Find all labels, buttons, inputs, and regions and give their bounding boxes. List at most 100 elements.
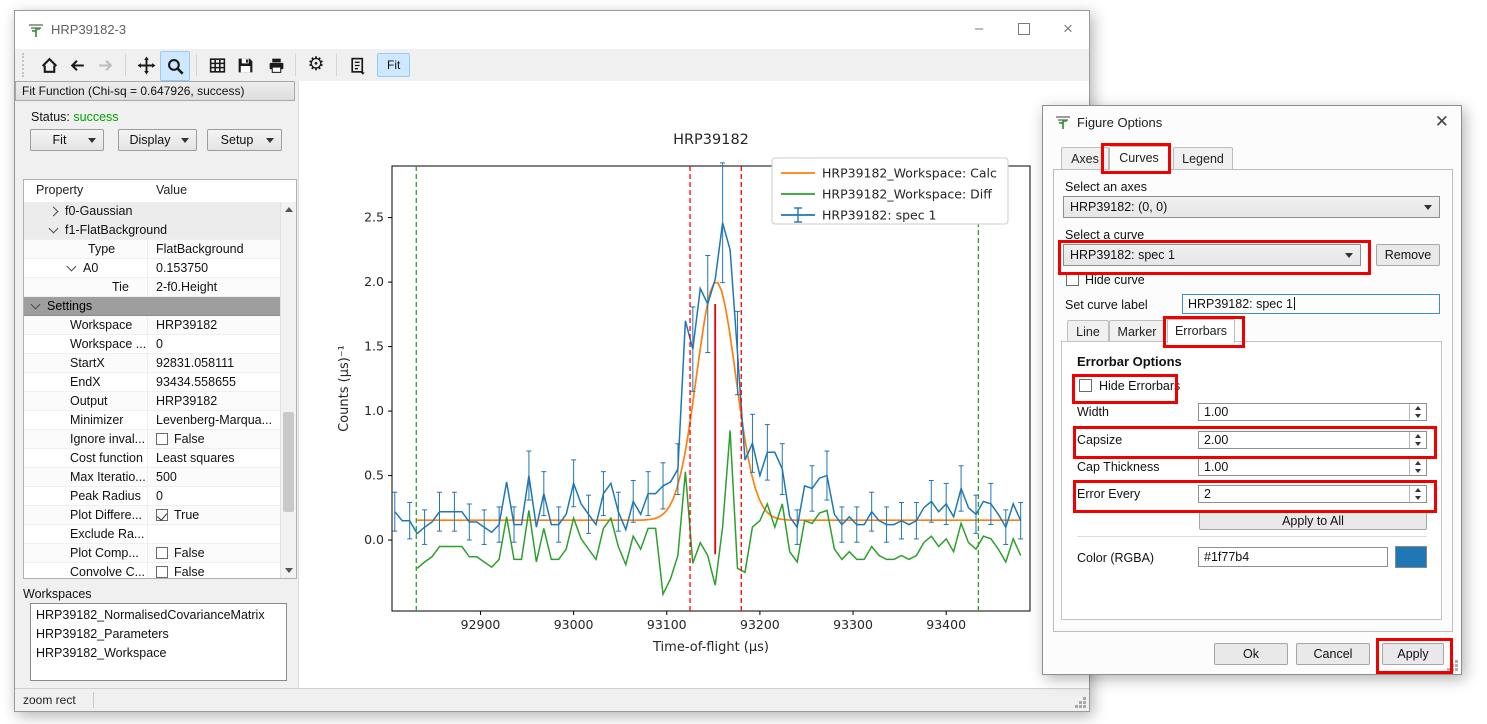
setup-menu-button[interactable]: Setup [207, 129, 282, 151]
apply-to-all-button[interactable]: Apply to All [1199, 510, 1427, 530]
maximize-button[interactable] [1007, 15, 1041, 43]
property-row[interactable]: StartX92831.058111 [24, 354, 281, 373]
subtab-marker[interactable]: Marker [1109, 320, 1165, 343]
resize-grip-icon[interactable] [1445, 658, 1459, 672]
minimize-button[interactable]: – [962, 15, 996, 43]
toolbar-separator [336, 54, 337, 76]
scroll-up-button[interactable] [281, 202, 296, 217]
subplots-button[interactable] [203, 51, 231, 79]
remove-curve-button[interactable]: Remove [1376, 244, 1440, 266]
arrow-left-icon [68, 56, 87, 75]
expander-down-icon[interactable] [31, 300, 41, 310]
value-checkbox[interactable] [156, 566, 168, 578]
property-row[interactable]: Exclude Ra... [24, 525, 281, 544]
width-label: Width [1077, 405, 1109, 419]
property-row[interactable]: Convolve C...False [24, 563, 281, 579]
property-row[interactable]: f0-Gaussian [24, 202, 281, 221]
curve-label-input[interactable]: HRP39182: spec 1 [1182, 294, 1440, 314]
ok-button[interactable]: Ok [1214, 643, 1288, 665]
cap-thickness-label: Cap Thickness [1077, 460, 1159, 474]
error-every-spinbox[interactable]: 2 [1198, 485, 1427, 503]
back-button[interactable] [63, 51, 91, 79]
hide-curve-label: Hide curve [1085, 273, 1145, 287]
resize-grip-icon[interactable] [1073, 695, 1087, 709]
property-row[interactable]: Plot Differe...True [24, 506, 281, 525]
property-row[interactable]: Cost functionLeast squares [24, 449, 281, 468]
svg-text:93300: 93300 [833, 617, 873, 632]
apply-button[interactable]: Apply [1382, 643, 1444, 665]
value-checkbox[interactable] [156, 509, 168, 521]
svg-text:HRP39182_Workspace: Calc: HRP39182_Workspace: Calc [822, 166, 997, 181]
plot-svg[interactable]: HRP39182Time-of-flight (μs)Counts (μs)⁻¹… [302, 86, 1090, 686]
expander-down-icon[interactable] [49, 224, 59, 234]
chevron-down-icon [181, 138, 189, 143]
close-button[interactable]: × [1051, 15, 1085, 43]
subtab-line[interactable]: Line [1067, 320, 1109, 343]
color-swatch[interactable] [1395, 546, 1427, 568]
save-button[interactable] [231, 51, 259, 79]
property-row[interactable]: Tie2-f0.Height [24, 278, 281, 297]
workspace-item[interactable]: HRP39182_NormalisedCovarianceMatrix [31, 606, 286, 625]
expander-down-icon[interactable] [67, 262, 77, 272]
workspace-item[interactable]: HRP39182_Workspace [31, 644, 286, 663]
property-grid-scrollbar[interactable] [280, 202, 296, 578]
subtab-errorbars[interactable]: Errorbars [1167, 319, 1235, 343]
width-spinbox[interactable]: 1.00 [1198, 403, 1427, 421]
workspaces-list[interactable]: HRP39182_NormalisedCovarianceMatrixHRP39… [30, 603, 287, 681]
forward-button[interactable] [91, 51, 119, 79]
property-row[interactable]: A00.153750 [24, 259, 281, 278]
fit-menu-button[interactable]: Fit [30, 129, 104, 151]
value-checkbox[interactable] [156, 433, 168, 445]
fit-status: Status: success [31, 110, 119, 124]
property-row[interactable]: Plot Comp...False [24, 544, 281, 563]
text-caret [1294, 297, 1295, 310]
svg-text:92900: 92900 [461, 617, 501, 632]
value-checkbox[interactable] [156, 547, 168, 559]
toolbar-drag-handle[interactable] [22, 53, 27, 77]
scrollbar-thumb[interactable] [283, 412, 294, 512]
property-row[interactable]: Peak Radius0 [24, 487, 281, 506]
property-section-row[interactable]: Settings [24, 297, 281, 316]
tab-axes[interactable]: Axes [1061, 147, 1109, 170]
print-button[interactable] [262, 51, 290, 79]
property-row[interactable]: OutputHRP39182 [24, 392, 281, 411]
spin-down-icon [1410, 440, 1426, 448]
pan-button[interactable] [132, 51, 160, 79]
svg-text:HRP39182: HRP39182 [673, 132, 749, 148]
expander-right-icon[interactable] [49, 206, 59, 216]
svg-text:2.5: 2.5 [364, 210, 384, 225]
display-menu-button[interactable]: Display [118, 129, 197, 151]
svg-text:93400: 93400 [926, 617, 966, 632]
property-row[interactable]: Ignore inval...False [24, 430, 281, 449]
spin-down-icon [1410, 494, 1426, 502]
cancel-button[interactable]: Cancel [1296, 643, 1370, 665]
hide-curve-checkbox[interactable] [1066, 273, 1079, 286]
scroll-down-button[interactable] [281, 563, 296, 578]
dialog-close-icon[interactable]: ✕ [1435, 112, 1449, 132]
color-input[interactable]: #1f77b4 [1198, 547, 1388, 567]
zoom-button[interactable] [160, 51, 190, 81]
cap-thickness-spinbox[interactable]: 1.00 [1198, 458, 1427, 476]
svg-text:Time-of-flight (μs): Time-of-flight (μs) [652, 640, 769, 655]
workspace-item[interactable]: HRP39182_Parameters [31, 625, 286, 644]
property-row[interactable]: EndX93434.558655 [24, 373, 281, 392]
home-button[interactable] [35, 51, 63, 79]
property-row[interactable]: WorkspaceHRP39182 [24, 316, 281, 335]
axes-combobox[interactable]: HRP39182: (0, 0) [1063, 196, 1440, 218]
svg-text:HRP39182_Workspace: Diff: HRP39182_Workspace: Diff [822, 187, 992, 202]
printer-icon [267, 56, 286, 75]
customize-button[interactable]: ⚙ [302, 51, 330, 79]
tab-curves[interactable]: Curves [1109, 146, 1169, 170]
tab-legend[interactable]: Legend [1173, 147, 1233, 170]
property-row[interactable]: TypeFlatBackground [24, 240, 281, 259]
generate-script-button[interactable] [343, 51, 371, 79]
property-row[interactable]: Workspace ...0 [24, 335, 281, 354]
curve-combobox[interactable]: HRP39182: spec 1 [1063, 244, 1361, 266]
property-row[interactable]: MinimizerLevenberg-Marqua... [24, 411, 281, 430]
errorbar-options-title: Errorbar Options [1077, 354, 1182, 369]
capsize-spinbox[interactable]: 2.00 [1198, 431, 1427, 449]
fit-toggle-button[interactable]: Fit [377, 53, 410, 77]
property-row[interactable]: f1-FlatBackground [24, 221, 281, 240]
property-row[interactable]: Max Iteratio...500 [24, 468, 281, 487]
hide-errorbars-checkbox[interactable] [1079, 379, 1092, 392]
